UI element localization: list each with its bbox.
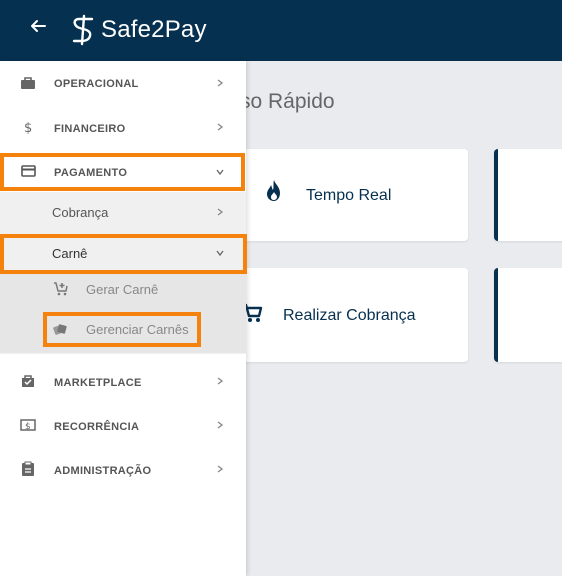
- sidebar-item-recorrencia[interactable]: $ RECORRÊNCIA: [0, 404, 246, 448]
- logo-text: Safe2Pay: [101, 16, 207, 43]
- sidebar-item-operacional[interactable]: OPERACIONAL: [0, 61, 246, 105]
- money-bill-icon: $: [20, 419, 36, 432]
- clipboard-icon: [22, 461, 34, 476]
- submenu-item-label: Gerar Carnê: [86, 282, 159, 297]
- sidebar-item-financeiro[interactable]: $ FINANCEIRO: [0, 106, 246, 150]
- card-tempo-real[interactable]: Tempo Real: [238, 149, 468, 241]
- sidebar-item-administracao[interactable]: ADMINISTRAÇÃO: [0, 448, 246, 492]
- shop-bag-icon: [22, 375, 34, 387]
- top-bar: Safe2Pay: [0, 0, 562, 61]
- dollar-icon: $: [24, 121, 32, 135]
- chevron-right-icon: [217, 421, 224, 429]
- sidebar-item-label: RECORRÊNCIA: [54, 421, 140, 433]
- sidebar-item-label: MARKETPLACE: [54, 377, 142, 389]
- page-title: so Rápido: [240, 90, 335, 113]
- chevron-right-icon: [217, 79, 224, 87]
- safe2pay-logo: Safe2Pay: [70, 13, 207, 47]
- svg-text:$: $: [25, 422, 31, 432]
- cart-plus-icon: [54, 282, 68, 296]
- sidebar-item-label: OPERACIONAL: [54, 78, 139, 90]
- sidebar-item-label: FINANCEIRO: [54, 123, 126, 135]
- submenu-item-gerar-carne[interactable]: Gerar Carnê: [0, 273, 246, 313]
- chevron-right-icon: [217, 465, 224, 473]
- card-partial-2[interactable]: [494, 268, 562, 362]
- card-label: Tempo Real: [306, 187, 392, 204]
- arrow-left-icon: [31, 20, 46, 32]
- chevron-right-icon: [217, 208, 224, 216]
- chevron-right-icon: [217, 123, 224, 131]
- highlight-gerenciar-carnes: [43, 312, 201, 347]
- card-partial-1[interactable]: [494, 149, 562, 241]
- briefcase-icon: [21, 77, 35, 89]
- logo-mark-icon: [72, 14, 94, 46]
- highlight-carne: [0, 234, 247, 274]
- card-realizar-cobranca[interactable]: Realizar Cobrança: [238, 268, 468, 362]
- highlight-pagamento: [0, 153, 245, 191]
- back-button[interactable]: [22, 12, 54, 40]
- submenu-item-cobranca[interactable]: Cobrança: [0, 192, 246, 232]
- submenu-item-label: Cobrança: [52, 205, 109, 220]
- sidebar-item-marketplace[interactable]: MARKETPLACE: [0, 360, 246, 404]
- flame-icon: [267, 180, 280, 201]
- card-label: Realizar Cobrança: [283, 307, 416, 324]
- chevron-right-icon: [217, 377, 224, 385]
- sidebar-item-label: ADMINISTRAÇÃO: [54, 465, 152, 477]
- svg-text:$: $: [24, 121, 32, 135]
